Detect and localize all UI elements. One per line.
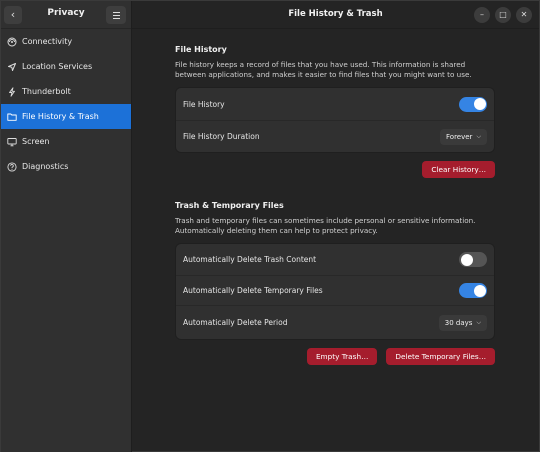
file-history-heading: File History bbox=[175, 45, 227, 54]
hamburger-icon bbox=[112, 11, 120, 13]
auto-delete-period-dropdown[interactable]: 30 days ⌵ bbox=[438, 314, 487, 331]
empty-trash-button[interactable]: Empty Trash… bbox=[306, 348, 378, 365]
screen-icon bbox=[7, 137, 17, 147]
sidebar-item-thunderbolt[interactable]: Thunderbolt bbox=[1, 79, 131, 104]
header-bar: File History & Trash – □ ✕ bbox=[132, 1, 539, 29]
auto-delete-temp-label: Automatically Delete Temporary Files bbox=[183, 286, 323, 295]
sidebar-item-label: Connectivity bbox=[22, 37, 73, 46]
dropdown-value: 30 days bbox=[444, 318, 473, 327]
diagnostics-icon bbox=[7, 161, 17, 172]
trash-heading: Trash & Temporary Files bbox=[175, 201, 284, 210]
auto-delete-period-label: Automatically Delete Period bbox=[183, 318, 288, 327]
auto-delete-trash-label: Automatically Delete Trash Content bbox=[183, 255, 317, 264]
auto-delete-period-row: Automatically Delete Period 30 days ⌵ bbox=[176, 305, 494, 339]
connectivity-icon bbox=[7, 37, 17, 47]
minimize-button[interactable]: – bbox=[474, 7, 490, 23]
close-button[interactable]: ✕ bbox=[516, 7, 532, 23]
sidebar-item-label: Screen bbox=[22, 137, 50, 146]
sidebar: ‹ Privacy Connectivity Location Services bbox=[1, 1, 132, 452]
file-history-label: File History bbox=[183, 99, 225, 109]
folder-icon bbox=[7, 112, 17, 122]
location-icon bbox=[7, 62, 17, 72]
auto-delete-temp-switch[interactable] bbox=[459, 283, 487, 298]
dropdown-value: Forever bbox=[446, 132, 473, 141]
sidebar-item-label: File History & Trash bbox=[22, 112, 99, 121]
file-history-row[interactable]: File History bbox=[176, 88, 494, 120]
thunderbolt-icon bbox=[7, 86, 17, 97]
file-history-description: File history keeps a record of files tha… bbox=[175, 60, 472, 79]
auto-delete-temp-row[interactable]: Automatically Delete Temporary Files bbox=[176, 275, 494, 305]
trash-description: Trash and temporary files can sometimes … bbox=[175, 216, 476, 235]
sidebar-header: ‹ Privacy bbox=[1, 1, 131, 29]
auto-delete-trash-row[interactable]: Automatically Delete Trash Content bbox=[176, 244, 494, 275]
delete-temp-files-button[interactable]: Delete Temporary Files… bbox=[386, 348, 495, 365]
settings-window: ‹ Privacy Connectivity Location Services bbox=[0, 0, 540, 452]
sidebar-item-label: Thunderbolt bbox=[22, 87, 71, 96]
file-history-duration-dropdown[interactable]: Forever ⌵ bbox=[440, 128, 487, 145]
trash-card: Automatically Delete Trash Content Autom… bbox=[175, 243, 495, 340]
maximize-button[interactable]: □ bbox=[495, 7, 511, 23]
sidebar-item-diagnostics[interactable]: Diagnostics bbox=[1, 154, 131, 179]
auto-delete-trash-switch[interactable] bbox=[459, 252, 487, 267]
content-area: File History File history keeps a record… bbox=[132, 29, 539, 451]
sidebar-item-screen[interactable]: Screen bbox=[1, 129, 131, 154]
sidebar-item-location-services[interactable]: Location Services bbox=[1, 54, 131, 79]
chevron-down-icon: ⌵ bbox=[476, 318, 481, 326]
menu-button[interactable] bbox=[106, 6, 126, 24]
file-history-card: File History File History Duration Forev… bbox=[175, 87, 495, 153]
chevron-down-icon: ⌵ bbox=[476, 132, 481, 140]
sidebar-item-label: Location Services bbox=[22, 62, 93, 71]
sidebar-list: Connectivity Location Services Thunderbo… bbox=[1, 29, 131, 179]
sidebar-item-connectivity[interactable]: Connectivity bbox=[1, 29, 131, 54]
sidebar-item-file-history-trash[interactable]: File History & Trash bbox=[1, 104, 131, 129]
trash-section: Trash & Temporary Files Trash and tempor… bbox=[175, 201, 495, 365]
sidebar-item-label: Diagnostics bbox=[22, 162, 69, 171]
file-history-duration-row: File History Duration Forever ⌵ bbox=[176, 120, 494, 152]
file-history-section: File History File history keeps a record… bbox=[175, 45, 495, 178]
file-history-switch[interactable] bbox=[459, 96, 487, 112]
clear-history-button[interactable]: Clear History… bbox=[422, 161, 495, 178]
file-history-duration-label: File History Duration bbox=[183, 132, 260, 141]
